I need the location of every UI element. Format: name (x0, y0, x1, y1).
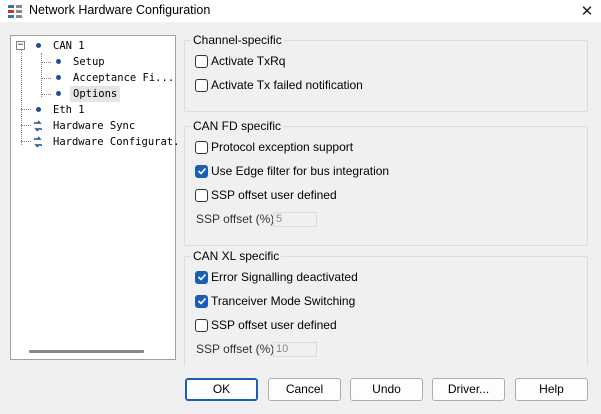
tree-connector (41, 62, 51, 63)
undo-button[interactable]: Undo (350, 378, 423, 401)
network-config-icon (8, 5, 22, 18)
checkbox-label: SSP offset user defined (211, 188, 337, 202)
channel-node-icon (36, 107, 41, 112)
group-title: CAN FD specific (191, 119, 284, 133)
tree-connector (21, 141, 31, 142)
checkbox-label: Protocol exception support (211, 140, 354, 154)
tree-item-label: Options (73, 88, 118, 100)
tree-item-can1[interactable]: CAN 1 (53, 38, 85, 54)
leaf-node-icon (56, 91, 61, 96)
checkbox-box (195, 164, 208, 178)
xl-ssp-offset-input[interactable]: 10 (273, 342, 317, 357)
checkbox-label: Tranceiver Mode Switching (211, 294, 356, 308)
tree-connector (41, 53, 42, 97)
fd-ssp-offset-label: SSP offset (%): (196, 212, 278, 226)
xl-ssp-offset-label: SSP offset (%): (196, 342, 278, 356)
group-title: CAN XL specific (191, 249, 282, 263)
checkbox-label: Activate Tx failed notification (211, 78, 363, 92)
driver-button[interactable]: Driver... (432, 378, 505, 401)
tree-connector (41, 78, 51, 79)
group-title: Channel-specific (191, 33, 284, 47)
checkbox-label: Use Edge filter for bus integration (211, 164, 390, 178)
channel-specific-group (184, 40, 588, 112)
tree-item-hardware-configuration[interactable]: Hardware Configurat. (53, 134, 179, 150)
ok-button[interactable]: OK (185, 378, 258, 401)
sync-icon (34, 136, 42, 148)
protocol-exception-checkbox[interactable]: Protocol exception support (195, 139, 353, 155)
close-icon: ✕ (580, 3, 594, 20)
tree-item-label: Hardware Configurat. (53, 136, 180, 148)
tree-connector (21, 109, 31, 110)
xl-ssp-user-defined-checkbox[interactable]: SSP offset user defined (195, 317, 337, 333)
tree-view[interactable]: − CAN 1 Setup Acceptance Fi... Options E… (10, 35, 179, 360)
fd-ssp-offset-input[interactable]: 5 (273, 212, 317, 227)
leaf-node-icon (56, 75, 61, 80)
edge-filter-checkbox[interactable]: Use Edge filter for bus integration (195, 163, 389, 179)
checkbox-box (195, 188, 208, 202)
window-title: Network Hardware Configuration (29, 3, 211, 17)
tree-connector (21, 50, 22, 145)
collapse-icon[interactable]: − (16, 41, 25, 50)
activate-txrq-checkbox[interactable]: Activate TxRq (195, 53, 285, 69)
tree-connector (41, 94, 51, 95)
tree-item-label: CAN 1 (53, 40, 85, 52)
tree-item-label: Setup (73, 56, 105, 68)
fd-ssp-user-defined-checkbox[interactable]: SSP offset user defined (195, 187, 337, 203)
checkbox-label: Activate TxRq (211, 54, 286, 68)
cancel-button[interactable]: Cancel (268, 378, 341, 401)
tree-connector (21, 125, 31, 126)
checkbox-box (195, 54, 208, 68)
tree-item-label: Acceptance Fi... (73, 72, 175, 84)
leaf-node-icon (56, 59, 61, 64)
checkbox-box (195, 294, 208, 308)
activate-tx-failed-checkbox[interactable]: Activate Tx failed notification (195, 77, 363, 93)
tranceiver-mode-switching-checkbox[interactable]: Tranceiver Mode Switching (195, 293, 355, 309)
checkbox-box (195, 318, 208, 332)
checkbox-label: SSP offset user defined (211, 318, 337, 332)
help-button[interactable]: Help (515, 378, 588, 401)
tree-item-setup[interactable]: Setup (73, 54, 105, 70)
tree-item-acceptance-filter[interactable]: Acceptance Fi... (73, 70, 174, 86)
tree-item-options[interactable]: Options (70, 86, 121, 102)
checkbox-label: Error Signalling deactivated (211, 270, 358, 284)
checkbox-box (195, 78, 208, 92)
checkbox-box (195, 270, 208, 284)
error-signalling-checkbox[interactable]: Error Signalling deactivated (195, 269, 358, 285)
tree-item-eth1[interactable]: Eth 1 (53, 102, 85, 118)
tree-item-label: Hardware Sync (53, 120, 136, 132)
checkbox-box (195, 140, 208, 154)
channel-node-icon (36, 43, 41, 48)
horizontal-scrollbar[interactable] (29, 350, 144, 353)
tree-item-hardware-sync[interactable]: Hardware Sync (53, 118, 135, 134)
tree-item-label: Eth 1 (53, 104, 85, 116)
sync-icon (34, 120, 42, 132)
close-button[interactable]: ✕ (573, 0, 601, 22)
